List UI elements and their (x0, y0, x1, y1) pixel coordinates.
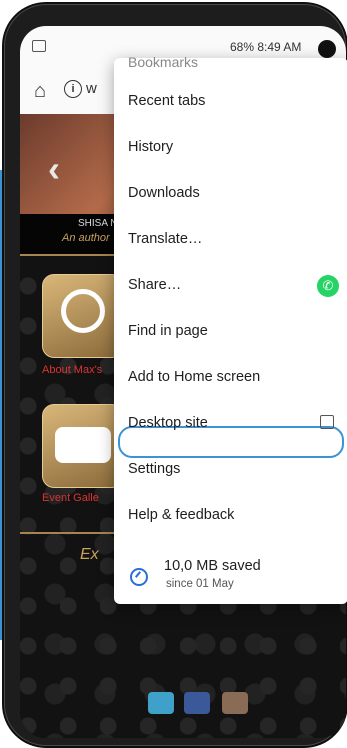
data-saved-since: since 01 May (166, 578, 234, 590)
menu-item-label: History (128, 139, 174, 155)
menu-item-translate[interactable]: Translate… (114, 220, 347, 260)
menu-item-label: Find in page (128, 323, 208, 339)
magnifier-icon (61, 289, 105, 333)
instagram-icon[interactable] (222, 692, 248, 714)
brand-name: SHISA N (78, 218, 118, 229)
menu-item-recent-tabs[interactable]: Recent tabs (114, 82, 347, 122)
data-saver-icon (130, 568, 148, 586)
home-icon[interactable]: ⌂ (34, 80, 46, 103)
event-gallery-tile[interactable] (42, 404, 124, 488)
menu-item-share[interactable]: Share… ✆ (114, 266, 347, 306)
clock-text: 8:49 AM (257, 40, 302, 54)
battery-text: 68% (230, 40, 255, 54)
chevron-left-icon[interactable]: ‹ (48, 148, 60, 190)
menu-item-settings[interactable]: Settings (114, 450, 347, 490)
menu-item-add-to-home-screen[interactable]: Add to Home screen (114, 358, 347, 398)
menu-item-find-in-page[interactable]: Find in page (114, 312, 347, 352)
whatsapp-icon[interactable]: ✆ (317, 275, 339, 297)
camera-punch-hole (318, 40, 336, 58)
menu-item-label: Settings (128, 461, 181, 477)
menu-item-help-feedback[interactable]: Help & feedback (114, 496, 347, 536)
menu-item-label: Downloads (128, 185, 200, 201)
gallery-notification-icon (32, 40, 46, 52)
camera-icon (55, 427, 111, 463)
menu-item-downloads[interactable]: Downloads (114, 174, 347, 214)
menu-item-label: Help & feedback (128, 507, 235, 523)
menu-item-desktop-site[interactable]: Desktop site (114, 404, 347, 444)
menu-item-bookmarks[interactable]: Bookmarks (128, 54, 198, 68)
about-tile[interactable] (42, 274, 124, 358)
menu-item-history[interactable]: History (114, 128, 347, 168)
event-gallery-label[interactable]: Event Galle (42, 492, 99, 504)
menu-item-label: Desktop site (128, 415, 208, 431)
facebook-icon[interactable] (184, 692, 210, 714)
about-tile-label[interactable]: About Max's (42, 364, 102, 376)
menu-item-label: Translate… (128, 231, 203, 247)
skype-icon[interactable] (148, 692, 174, 714)
browser-overflow-menu: Bookmarks Recent tabs History Downloads … (114, 54, 347, 604)
status-text: 68% 8:49 AM (230, 40, 301, 54)
script-text: Ex (80, 546, 99, 563)
brand-tagline: An author (62, 232, 110, 244)
data-saved-amount[interactable]: 10,0 MB saved (164, 558, 261, 574)
menu-item-label: Add to Home screen (128, 369, 261, 385)
menu-item-label: Share… (128, 277, 182, 293)
info-icon[interactable]: i (64, 80, 82, 98)
url-text[interactable]: w (86, 80, 97, 97)
desktop-site-checkbox[interactable] (320, 415, 334, 429)
menu-item-label: Recent tabs (128, 93, 206, 109)
